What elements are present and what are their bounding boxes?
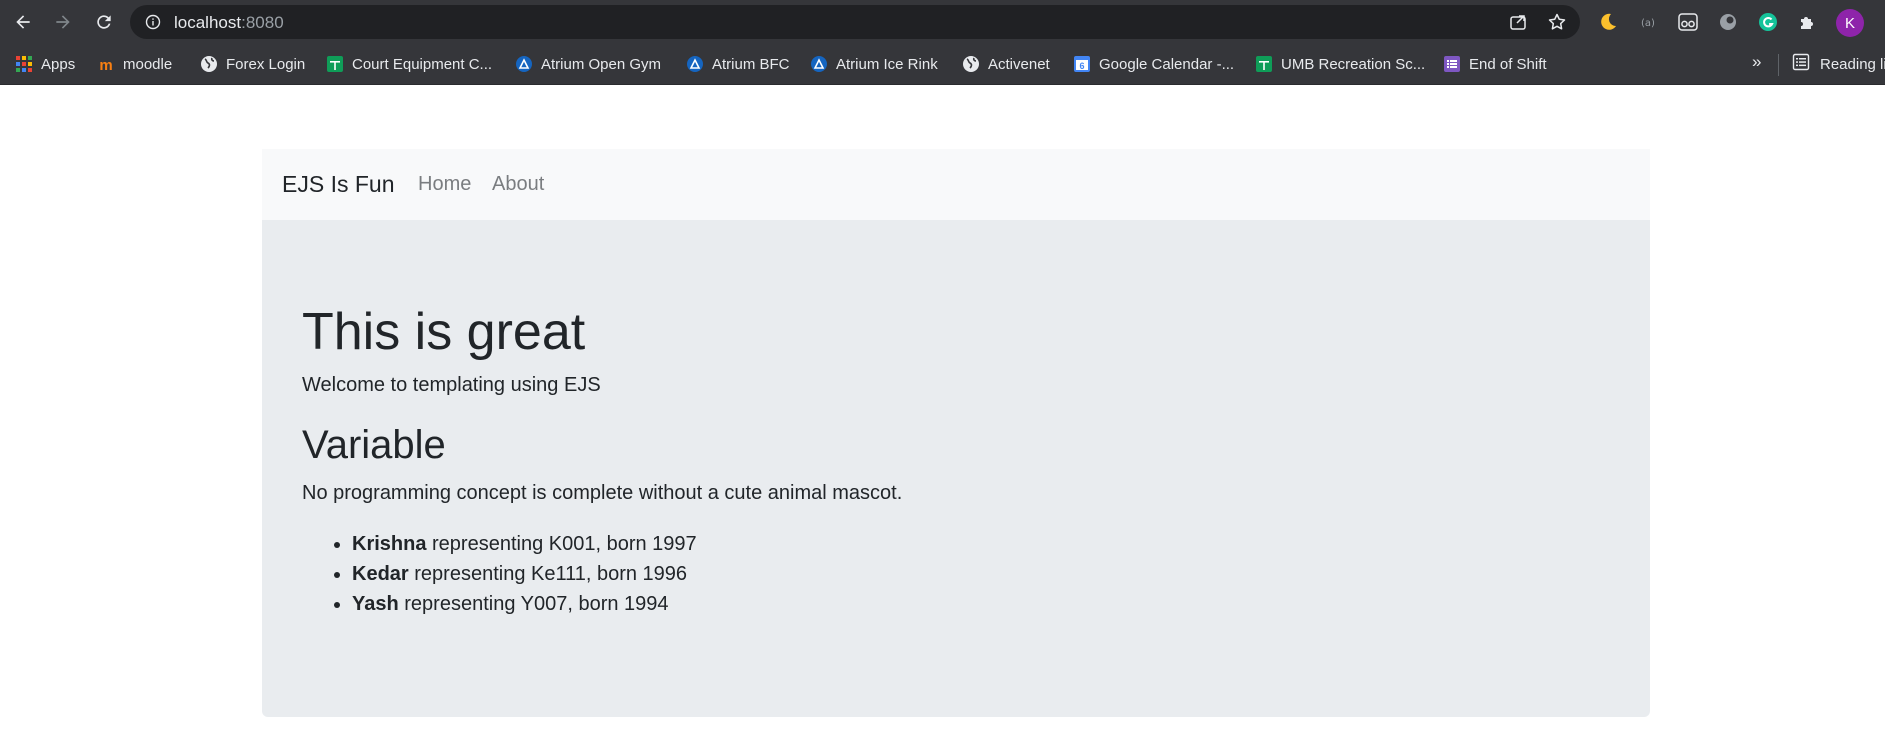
item-name: Krishna: [352, 533, 427, 555]
bookmark-label: Atrium Ice Rink: [836, 55, 938, 73]
atrium-icon: [686, 55, 704, 73]
svg-text:(a): (a): [1641, 18, 1655, 29]
section-description: No programming concept is complete witho…: [302, 482, 903, 504]
url-host: localhost: [174, 13, 242, 32]
section-heading: Variable: [302, 423, 446, 467]
tampermonkey-extension-icon[interactable]: (a): [1636, 10, 1660, 34]
bookmark-label: Atrium Open Gym: [541, 55, 662, 73]
profile-avatar[interactable]: K: [1836, 9, 1864, 37]
list-item: Krishna representing K001, born 1997: [352, 529, 697, 559]
nav-link-home[interactable]: Home: [418, 173, 471, 196]
bookmark-activenet[interactable]: Activenet: [962, 51, 1050, 77]
globe-icon: [962, 55, 980, 73]
reading-list-button[interactable]: Reading li: [1792, 51, 1885, 77]
mascot-list: Krishna representing K001, born 1997 Ked…: [352, 529, 697, 619]
globe-icon: [200, 55, 218, 73]
atrium-icon: [810, 55, 828, 73]
page-title: This is great: [302, 303, 586, 361]
bookmark-label: moodle: [123, 55, 173, 73]
address-bar[interactable]: localhost:8080: [130, 5, 1580, 39]
bookmark-label: Apps: [41, 55, 76, 73]
puzzle-extensions-icon[interactable]: [1796, 10, 1820, 34]
circle-extension-icon[interactable]: [1716, 10, 1740, 34]
atrium-icon: [515, 55, 533, 73]
bookmark-apps[interactable]: Apps: [15, 51, 75, 77]
bookmark-label: UMB Recreation Sc...: [1281, 55, 1426, 73]
bookmark-atrium-ice-rink[interactable]: Atrium Ice Rink: [810, 51, 938, 77]
back-arrow-icon[interactable]: [11, 10, 35, 34]
item-name: Kedar: [352, 563, 409, 585]
browser-toolbar: localhost:8080 (a) K: [0, 0, 1885, 44]
moodle-icon: m: [97, 55, 115, 73]
svg-text:m: m: [99, 57, 112, 73]
bookmark-court-equipment[interactable]: Court Equipment C...: [326, 51, 492, 77]
calendar-icon: 6: [1073, 55, 1091, 73]
item-text: representing Y007, born 1994: [398, 593, 669, 615]
list-item: Yash representing Y007, born 1994: [352, 589, 697, 619]
sheets-icon: [326, 55, 344, 73]
share-icon[interactable]: [1508, 12, 1528, 32]
bookmark-umb-recreation[interactable]: UMB Recreation Sc...: [1255, 51, 1425, 77]
glasses-extension-icon[interactable]: [1676, 10, 1700, 34]
reload-icon[interactable]: [92, 10, 116, 34]
bookmark-label: Activenet: [988, 55, 1050, 73]
item-text: representing K001, born 1997: [426, 533, 697, 555]
bookmark-label: End of Shift: [1469, 55, 1547, 73]
forms-icon: [1443, 55, 1461, 73]
more-bookmarks-chevron[interactable]: »: [1752, 52, 1761, 72]
bookmark-label: Forex Login: [226, 55, 306, 73]
apps-grid-icon: [15, 55, 33, 73]
svg-text:6: 6: [1079, 61, 1084, 71]
item-name: Yash: [352, 593, 399, 615]
reading-list-label: Reading li: [1820, 55, 1885, 73]
list-item: Kedar representing Ke111, born 1996: [352, 559, 697, 589]
moon-extension-icon[interactable]: [1596, 10, 1620, 34]
navbar-brand[interactable]: EJS Is Fun: [282, 171, 394, 198]
bookmark-google-calendar[interactable]: 6 Google Calendar -...: [1073, 51, 1234, 77]
bookmark-moodle[interactable]: m moodle: [97, 51, 172, 77]
sheets-icon: [1255, 55, 1273, 73]
item-text: representing Ke111, born 1996: [408, 563, 688, 585]
grammarly-extension-icon[interactable]: [1756, 10, 1780, 34]
bookmark-label: Atrium BFC: [712, 55, 790, 73]
forward-arrow-icon[interactable]: [51, 10, 75, 34]
bookmark-label: Court Equipment C...: [352, 55, 493, 73]
bookmark-atrium-open-gym[interactable]: Atrium Open Gym: [515, 51, 661, 77]
jumbotron: This is great Welcome to templating usin…: [262, 220, 1650, 717]
lead-text: Welcome to templating using EJS: [302, 374, 601, 396]
bookmark-end-of-shift[interactable]: End of Shift: [1443, 51, 1547, 77]
site-navbar: EJS Is Fun Home About: [262, 149, 1650, 220]
bookmark-atrium-bfc[interactable]: Atrium BFC: [686, 51, 790, 77]
url-text: localhost:8080: [174, 13, 284, 33]
reading-list-icon: [1792, 53, 1810, 75]
url-port: :8080: [241, 13, 284, 32]
info-icon[interactable]: [145, 14, 161, 30]
bookmarks-bar: Apps m moodle Forex Login Court Equipmen…: [0, 44, 1885, 85]
star-icon[interactable]: [1547, 12, 1567, 32]
bookmark-forex-login[interactable]: Forex Login: [200, 51, 305, 77]
bookmark-label: Google Calendar -...: [1099, 55, 1235, 73]
bookmarks-divider: [1778, 54, 1779, 76]
nav-link-about[interactable]: About: [492, 173, 544, 196]
